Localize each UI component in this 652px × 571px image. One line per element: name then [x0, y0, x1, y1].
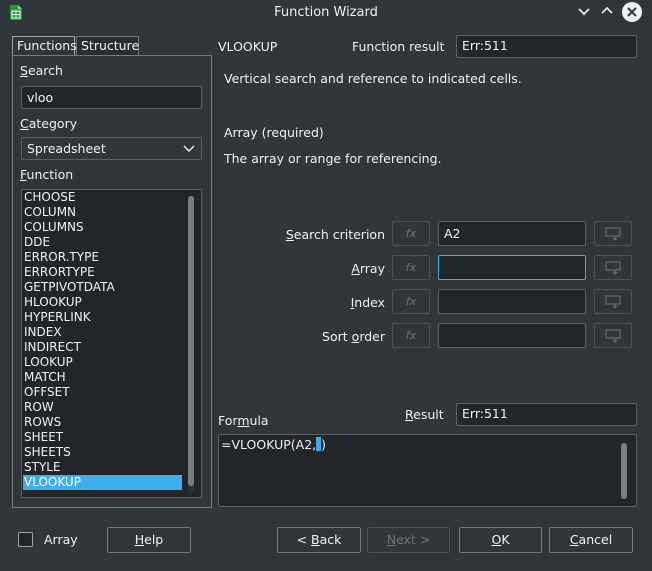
- chevron-up-icon: [601, 6, 613, 14]
- chevron-down-icon: [578, 8, 590, 16]
- formula-label: Formula: [218, 413, 269, 428]
- back-button[interactable]: < Back: [277, 527, 361, 553]
- maximize-button[interactable]: [598, 4, 616, 22]
- result-label: Result: [405, 407, 444, 422]
- ok-button[interactable]: OK: [459, 527, 542, 553]
- scrollbar-thumb[interactable]: [188, 196, 194, 486]
- close-icon: [627, 7, 637, 17]
- shrink-button[interactable]: [594, 289, 632, 314]
- fx-icon: fx: [405, 261, 417, 274]
- argument-description: The array or range for referencing.: [224, 151, 442, 166]
- scrollbar-thumb[interactable]: [621, 443, 627, 499]
- function-list-item[interactable]: SHEETS: [23, 445, 182, 460]
- tab-functions[interactable]: Functions: [12, 36, 77, 56]
- function-list-item[interactable]: ROWS: [23, 415, 182, 430]
- argument-input[interactable]: [438, 323, 586, 348]
- cancel-button[interactable]: Cancel: [549, 527, 633, 553]
- function-list-item[interactable]: STYLE: [23, 460, 182, 475]
- search-input[interactable]: [21, 86, 202, 109]
- function-result-value: Err:511: [456, 35, 637, 58]
- help-button[interactable]: Help: [107, 527, 191, 553]
- fx-button[interactable]: fx: [392, 221, 430, 246]
- function-result-label: Function result: [352, 39, 445, 54]
- argument-label: Search criterion: [285, 227, 385, 242]
- function-list-item[interactable]: MATCH: [23, 370, 182, 385]
- fx-icon: fx: [405, 227, 417, 240]
- function-list-item[interactable]: DDE: [23, 235, 182, 250]
- next-button[interactable]: Next >: [367, 527, 450, 553]
- shrink-button[interactable]: [594, 255, 632, 280]
- formula-scrollbar[interactable]: [621, 443, 627, 499]
- shrink-button[interactable]: [594, 221, 632, 246]
- result-value: Err:511: [456, 403, 637, 426]
- formula-editor[interactable]: =VLOOKUP(A2,): [218, 434, 637, 507]
- function-list-item[interactable]: INDIRECT: [23, 340, 182, 355]
- search-label: Search: [20, 63, 63, 78]
- function-list[interactable]: CHOOSE COLUMN COLUMNS DDE ERROR.TYPE ERRORTYP…: [21, 189, 202, 498]
- chevron-down-icon: [183, 145, 195, 152]
- argument-input[interactable]: [438, 221, 586, 246]
- function-list-item[interactable]: HYPERLINK: [23, 310, 182, 325]
- category-label: Category: [20, 116, 78, 131]
- fx-button[interactable]: fx: [392, 255, 430, 280]
- function-list-item[interactable]: INDEX: [23, 325, 182, 340]
- function-list-item[interactable]: ROW: [23, 400, 182, 415]
- function-list-item[interactable]: HLOOKUP: [23, 295, 182, 310]
- argument-label: Sort order: [322, 329, 385, 344]
- fx-button[interactable]: fx: [392, 323, 430, 348]
- array-checkbox-label: Array: [44, 532, 78, 547]
- function-list-item[interactable]: LOOKUP: [23, 355, 182, 370]
- function-list-item[interactable]: CHOOSE: [23, 190, 182, 205]
- argument-label: Array: [351, 261, 385, 276]
- tab-structure-label: Structure: [81, 38, 140, 53]
- shrink-icon: [605, 227, 621, 241]
- function-list-item[interactable]: ERROR.TYPE: [23, 250, 182, 265]
- function-description: Vertical search and reference to indicat…: [224, 71, 522, 86]
- argument-title: Array (required): [224, 125, 324, 140]
- argument-label: Index: [350, 295, 385, 310]
- shrink-icon: [605, 295, 621, 309]
- tab-functions-label: Functions: [17, 38, 77, 53]
- function-name: VLOOKUP: [218, 39, 278, 54]
- tab-structure[interactable]: Structure: [76, 36, 139, 56]
- category-select[interactable]: Spreadsheet: [21, 137, 202, 160]
- array-checkbox[interactable]: [18, 532, 33, 547]
- function-list-item[interactable]: COLUMN: [23, 205, 182, 220]
- fx-button[interactable]: fx: [392, 289, 430, 314]
- shrink-button[interactable]: [594, 323, 632, 348]
- argument-input[interactable]: [438, 255, 586, 280]
- formula-text: =VLOOKUP(A2,): [221, 437, 327, 452]
- function-list-item[interactable]: SHEET: [23, 430, 182, 445]
- category-selected-value: Spreadsheet: [27, 141, 106, 156]
- fx-icon: fx: [405, 295, 417, 308]
- shrink-icon: [605, 261, 621, 275]
- shrink-icon: [605, 329, 621, 343]
- close-button[interactable]: [622, 2, 642, 22]
- function-list-item[interactable]: VLOOKUP: [23, 475, 182, 490]
- function-list-item[interactable]: OFFSET: [23, 385, 182, 400]
- function-list-item[interactable]: ERRORTYPE: [23, 265, 182, 280]
- minimize-button[interactable]: [575, 4, 593, 22]
- function-label: Function: [20, 167, 74, 182]
- window-title: Function Wizard: [274, 5, 378, 20]
- function-list-item[interactable]: COLUMNS: [23, 220, 182, 235]
- argument-input[interactable]: [438, 289, 586, 314]
- function-list-scrollbar[interactable]: [188, 196, 194, 493]
- function-list-item[interactable]: GETPIVOTDATA: [23, 280, 182, 295]
- fx-icon: fx: [405, 329, 417, 342]
